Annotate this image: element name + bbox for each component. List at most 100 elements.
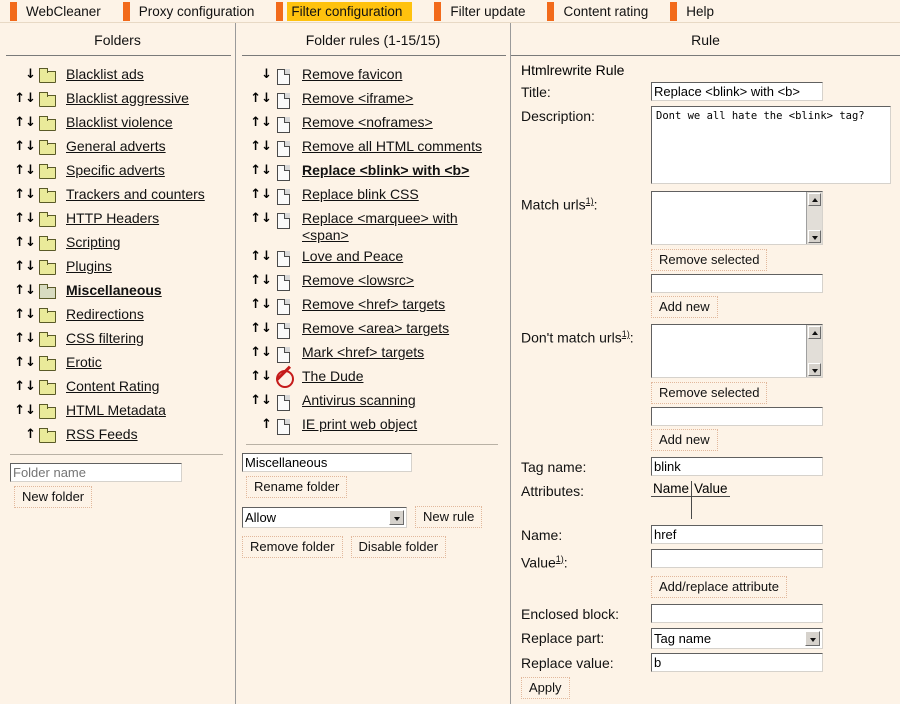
rule-item-label[interactable]: Remove <href> targets (298, 296, 445, 313)
arrow-up-icon[interactable] (14, 404, 25, 417)
new-folder-button[interactable]: New folder (14, 486, 92, 508)
apply-button[interactable]: Apply (521, 677, 570, 699)
rule-item[interactable]: Replace blink CSS (236, 184, 510, 208)
scroll-down-icon[interactable] (808, 363, 821, 376)
arrow-up-icon[interactable] (250, 394, 261, 407)
folder-item-label[interactable]: Miscellaneous (62, 282, 162, 299)
rule-item[interactable]: Antivirus scanning (236, 390, 510, 414)
tab-proxy-configuration[interactable]: Proxy configuration (123, 0, 277, 23)
arrow-down-icon[interactable] (25, 140, 36, 153)
rule-item[interactable]: Replace <blink> with <b> (236, 160, 510, 184)
arrow-down-icon[interactable] (261, 212, 272, 225)
arrow-down-icon[interactable] (261, 274, 272, 287)
match-urls-listbox[interactable] (651, 191, 823, 245)
arrow-down-icon[interactable] (25, 404, 36, 417)
folder-item[interactable]: HTTP Headers (0, 208, 235, 232)
arrow-down-icon[interactable] (25, 92, 36, 105)
folder-item-label[interactable]: Redirections (62, 306, 144, 323)
replace-part-select[interactable]: Tag nameTag attributeComplete tagEnclose… (651, 628, 823, 649)
arrow-down-icon[interactable] (25, 308, 36, 321)
rule-item-label[interactable]: Replace blink CSS (298, 186, 419, 203)
arrow-down-icon[interactable] (25, 212, 36, 225)
folder-item[interactable]: CSS filtering (0, 328, 235, 352)
arrow-up-icon[interactable] (250, 346, 261, 359)
dont-match-urls-scrollbar[interactable] (806, 325, 822, 377)
arrow-down-icon[interactable] (261, 394, 272, 407)
scroll-up-icon[interactable] (808, 193, 821, 206)
folder-item[interactable]: Blacklist ads (0, 64, 235, 88)
tag-name-input[interactable] (651, 457, 823, 476)
disable-folder-button[interactable]: Disable folder (351, 536, 447, 558)
rule-item-label[interactable]: Remove <iframe> (298, 90, 413, 107)
folder-item-label[interactable]: HTML Metadata (62, 402, 166, 419)
rule-item[interactable]: Remove <iframe> (236, 88, 510, 112)
arrow-up-icon[interactable] (250, 140, 261, 153)
arrow-down-icon[interactable] (25, 188, 36, 201)
match-urls-add-new-button[interactable]: Add new (651, 296, 718, 318)
arrow-down-icon[interactable] (261, 92, 272, 105)
rule-item-label[interactable]: IE print web object (298, 416, 417, 433)
match-urls-new-input[interactable] (651, 274, 823, 293)
arrow-down-icon[interactable] (261, 250, 272, 263)
arrow-up-icon[interactable] (250, 322, 261, 335)
arrow-down-icon[interactable] (261, 188, 272, 201)
folder-item[interactable]: Miscellaneous (0, 280, 235, 304)
attribute-value-input[interactable] (651, 549, 823, 568)
rule-description-textarea[interactable] (651, 106, 891, 184)
folder-item-label[interactable]: Blacklist aggressive (62, 90, 189, 107)
folder-item-label[interactable]: Scripting (62, 234, 120, 251)
rule-item[interactable]: Remove <noframes> (236, 112, 510, 136)
rule-item-label[interactable]: Remove <noframes> (298, 114, 433, 131)
arrow-up-icon[interactable] (250, 274, 261, 287)
arrow-up-icon[interactable] (14, 140, 25, 153)
scroll-up-icon[interactable] (808, 326, 821, 339)
arrow-down-icon[interactable] (261, 346, 272, 359)
arrow-down-icon[interactable] (25, 380, 36, 393)
arrow-down-icon[interactable] (25, 332, 36, 345)
folder-item-label[interactable]: General adverts (62, 138, 166, 155)
folder-item-label[interactable]: Content Rating (62, 378, 159, 395)
folder-item[interactable]: Redirections (0, 304, 235, 328)
arrow-up-icon[interactable] (250, 92, 261, 105)
arrow-up-icon[interactable] (14, 188, 25, 201)
rule-item-label[interactable]: Remove <area> targets (298, 320, 449, 337)
arrow-down-icon[interactable] (25, 284, 36, 297)
rule-item-label[interactable]: Remove favicon (298, 66, 402, 83)
folder-item-label[interactable]: Specific adverts (62, 162, 165, 179)
new-folder-name-input[interactable] (10, 463, 182, 482)
arrow-up-icon[interactable] (14, 164, 25, 177)
folder-item[interactable]: Blacklist aggressive (0, 88, 235, 112)
arrow-up-icon[interactable] (261, 418, 272, 431)
tab-help[interactable]: Help (670, 0, 736, 23)
rule-item[interactable]: Remove favicon (236, 64, 510, 88)
folder-item[interactable]: General adverts (0, 136, 235, 160)
folder-item-label[interactable]: Blacklist ads (62, 66, 144, 83)
match-urls-remove-selected-button[interactable]: Remove selected (651, 249, 767, 271)
folder-item-label[interactable]: Plugins (62, 258, 112, 275)
dont-match-urls-new-input[interactable] (651, 407, 823, 426)
rule-item-label[interactable]: The Dude (298, 368, 363, 385)
rule-item[interactable]: Love and Peace (236, 246, 510, 270)
folder-item-label[interactable]: HTTP Headers (62, 210, 159, 227)
rule-item-label[interactable]: Replace <blink> with <b> (298, 162, 469, 179)
arrow-down-icon[interactable] (261, 68, 272, 81)
rule-item-label[interactable]: Antivirus scanning (298, 392, 416, 409)
folder-item[interactable]: Erotic (0, 352, 235, 376)
arrow-down-icon[interactable] (25, 260, 36, 273)
dont-match-urls-add-new-button[interactable]: Add new (651, 429, 718, 451)
rule-item-label[interactable]: Replace <marquee> with <span> (298, 210, 506, 244)
folder-item[interactable]: Blacklist violence (0, 112, 235, 136)
rule-item-label[interactable]: Love and Peace (298, 248, 403, 265)
arrow-up-icon[interactable] (14, 212, 25, 225)
rule-item[interactable]: Remove <href> targets (236, 294, 510, 318)
dont-match-urls-footnote-marker[interactable]: 1) (622, 329, 630, 339)
dont-match-urls-listbox[interactable] (651, 324, 823, 378)
rule-item[interactable]: Remove all HTML comments (236, 136, 510, 160)
arrow-up-icon[interactable] (250, 212, 261, 225)
folder-item-label[interactable]: CSS filtering (62, 330, 144, 347)
folder-item[interactable]: RSS Feeds (0, 424, 235, 448)
rule-item-label[interactable]: Remove all HTML comments (298, 138, 482, 155)
remove-folder-button[interactable]: Remove folder (242, 536, 343, 558)
folder-item[interactable]: Specific adverts (0, 160, 235, 184)
scroll-down-icon[interactable] (808, 230, 821, 243)
